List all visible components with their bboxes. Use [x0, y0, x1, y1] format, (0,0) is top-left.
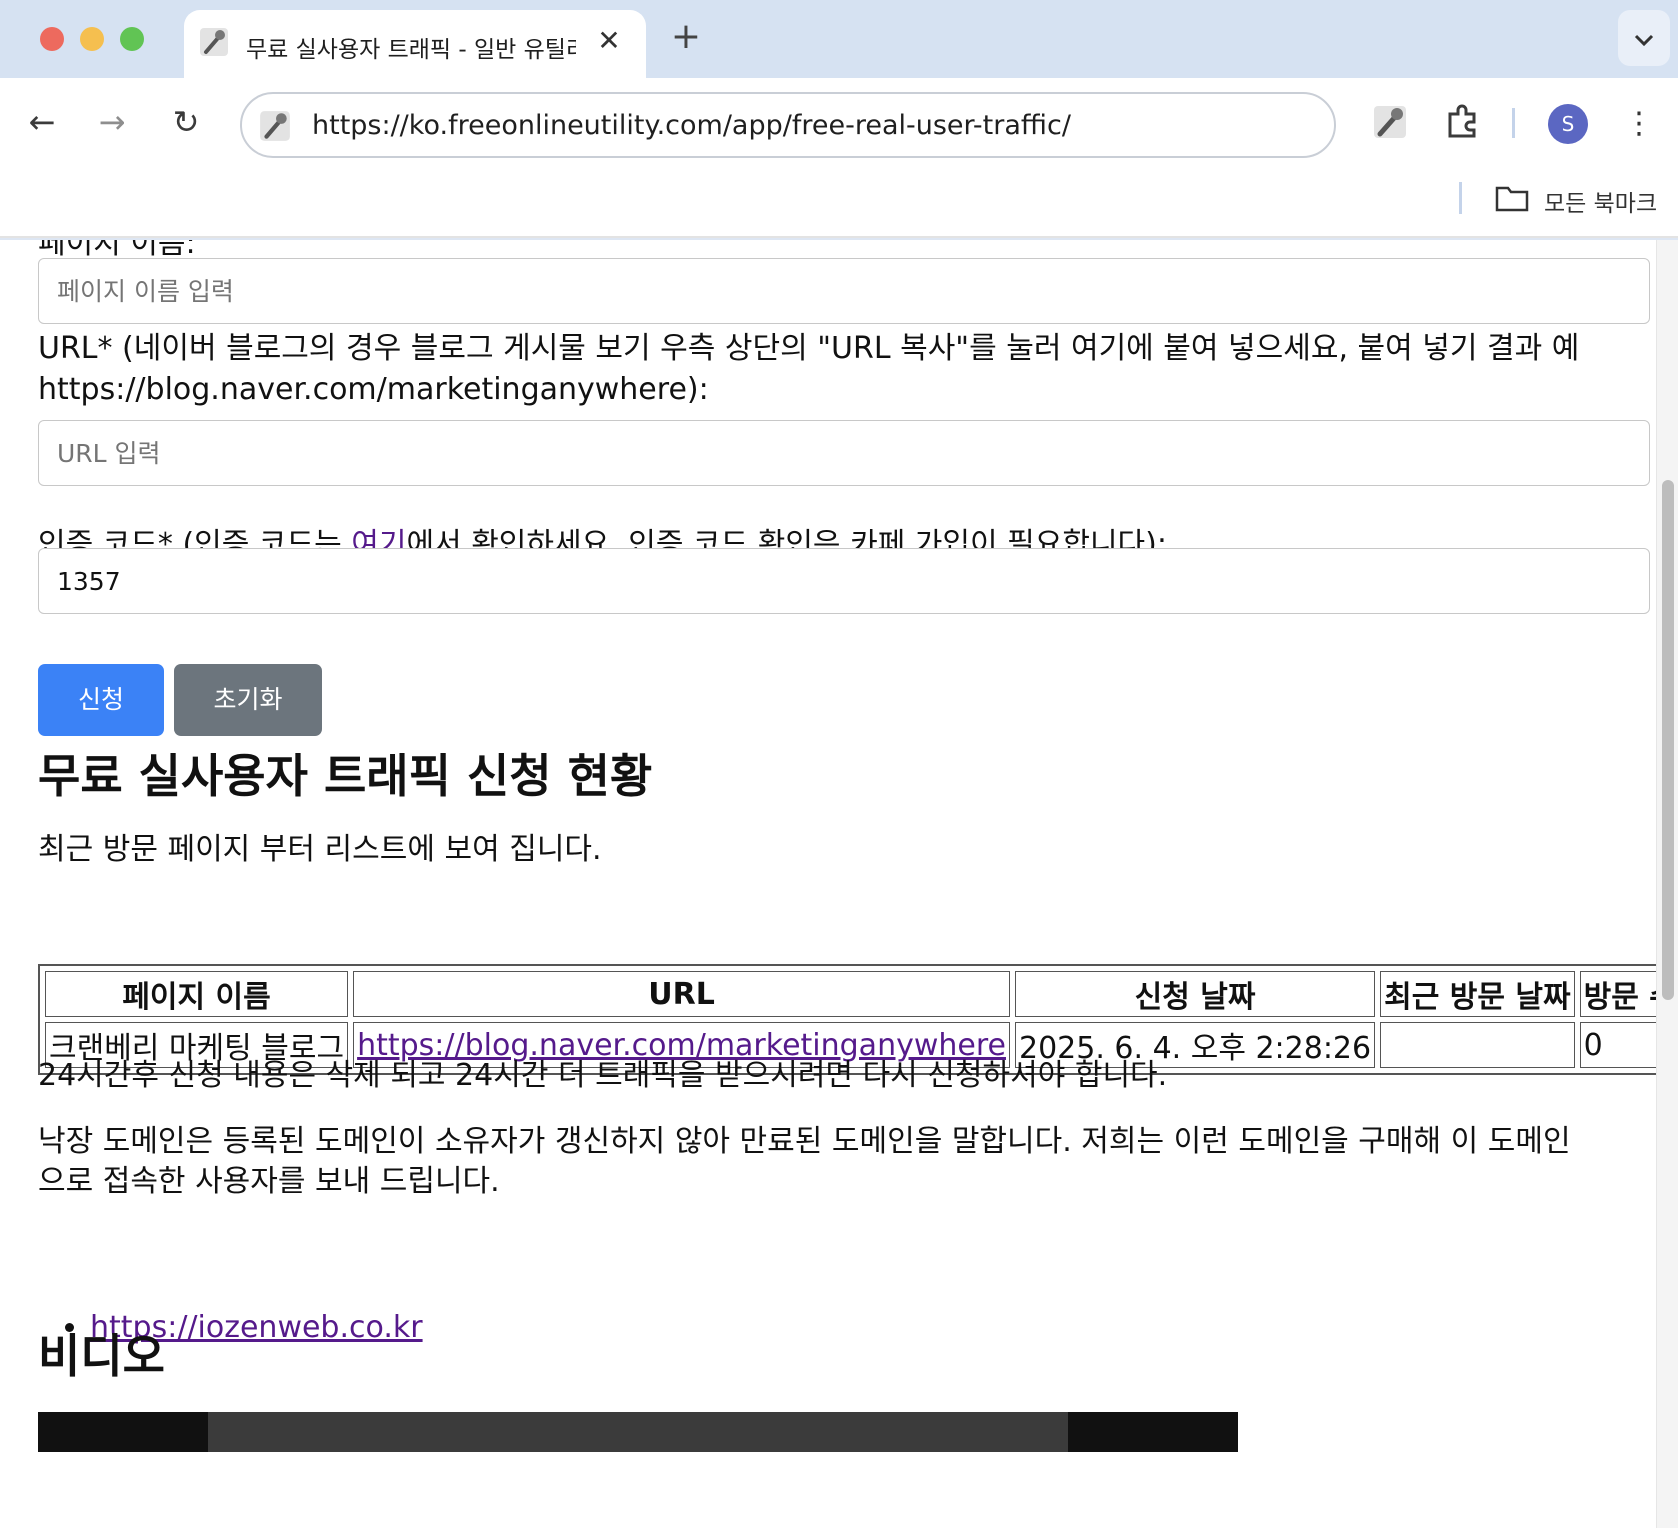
- all-bookmarks-link[interactable]: 모든 북마크: [1544, 184, 1657, 218]
- table-header-row: 페이지 이름 URL 신청 날짜 최근 방문 날짜 방문 수: [45, 971, 1656, 1017]
- reload-button[interactable]: ↻: [164, 100, 208, 144]
- col-page-name: 페이지 이름: [45, 971, 349, 1017]
- zoom-window-button[interactable]: [120, 27, 144, 51]
- video-frame: [208, 1412, 1068, 1452]
- parked-domain-note: 낙장 도메인은 등록된 도메인이 소유자가 갱신하지 않아 만료된 도메인을 말…: [38, 1124, 1571, 1199]
- page-scrollbar[interactable]: [1656, 240, 1678, 1528]
- status-heading: 무료 실사용자 트래픽 신청 현황: [38, 749, 653, 803]
- expiry-note: 24시간후 신청 내용은 삭제 되고 24시간 더 트래픽을 받으시려면 다시 …: [38, 1058, 1168, 1093]
- col-visit-count: 방문 수: [1579, 971, 1656, 1017]
- reset-button[interactable]: 초기화: [174, 664, 322, 736]
- forward-button[interactable]: →: [90, 100, 134, 144]
- site-info-icon[interactable]: [258, 109, 292, 143]
- toolbar-divider: [1512, 108, 1515, 138]
- url-label: URL* (네이버 블로그의 경우 블로그 게시물 보기 우측 상단의 "URL…: [38, 331, 1580, 407]
- bookmarks-divider: [1459, 182, 1462, 214]
- chevron-down-icon: [1634, 34, 1654, 46]
- status-description: 최근 방문 페이지 부터 리스트에 보여 집니다.: [38, 832, 602, 867]
- close-window-button[interactable]: [40, 27, 64, 51]
- back-button[interactable]: ←: [20, 100, 64, 144]
- video-heading: 비디오: [38, 1329, 165, 1383]
- bookmarks-bar: 모든 북마크: [0, 170, 1678, 238]
- profile-avatar[interactable]: S: [1548, 104, 1588, 144]
- new-tab-button[interactable]: +: [668, 19, 704, 56]
- video-player[interactable]: [38, 1412, 1238, 1452]
- tab-active[interactable]: 무료 실사용자 트래픽 - 일반 유틸리 ✕: [184, 10, 646, 78]
- browser-chrome: 무료 실사용자 트래픽 - 일반 유틸리 ✕ + ← → ↻ https://k…: [0, 0, 1678, 240]
- wrench-favicon-icon: [200, 28, 228, 56]
- scrollbar-thumb[interactable]: [1662, 480, 1674, 1000]
- browser-menu-icon[interactable]: ⋮: [1624, 102, 1654, 146]
- folder-icon[interactable]: [1494, 182, 1530, 214]
- col-last-visit: 최근 방문 날짜: [1380, 971, 1575, 1017]
- tab-strip: 무료 실사용자 트래픽 - 일반 유틸리 ✕ +: [0, 0, 1678, 78]
- col-url: URL: [353, 971, 1010, 1017]
- tab-search-button[interactable]: [1618, 10, 1670, 66]
- tab-close-icon[interactable]: ✕: [592, 24, 626, 58]
- address-bar[interactable]: https://ko.freeonlineutility.com/app/fre…: [240, 92, 1336, 158]
- submit-button[interactable]: 신청: [38, 664, 164, 736]
- col-applied-date: 신청 날짜: [1014, 971, 1376, 1017]
- minimize-window-button[interactable]: [80, 27, 104, 51]
- url-input[interactable]: [38, 420, 1650, 486]
- address-url[interactable]: https://ko.freeonlineutility.com/app/fre…: [312, 110, 1071, 141]
- browser-toolbar: ← → ↻ https://ko.freeonlineutility.com/a…: [0, 78, 1678, 170]
- wrench-extension-icon[interactable]: [1370, 102, 1410, 142]
- page-content: 페이지 이름: URL* (네이버 블로그의 경우 블로그 게시물 보기 우측 …: [0, 240, 1656, 1528]
- extensions-puzzle-icon[interactable]: [1442, 102, 1482, 142]
- auth-code-input[interactable]: [38, 548, 1650, 614]
- page-name-input[interactable]: [38, 258, 1650, 324]
- tab-title: 무료 실사용자 트래픽 - 일반 유틸리: [246, 37, 576, 63]
